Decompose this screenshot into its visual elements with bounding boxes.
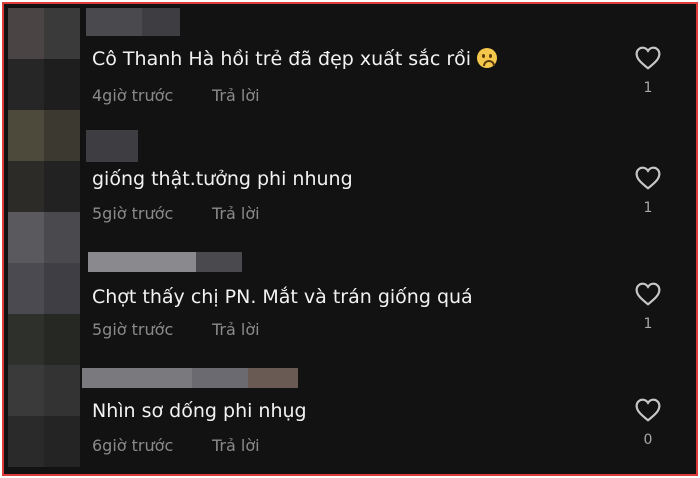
comment-meta: 6giờ trước Trả lời [92, 436, 260, 455]
heart-outline-icon[interactable] [635, 46, 661, 70]
comment-text-content: Nhìn sơ dống phi nhụg [92, 400, 307, 422]
comment-text-content: Cô Thanh Hà hồi trẻ đã đẹp xuất sắc rồi [92, 48, 472, 70]
comment-text-content: giống thật.tưởng phi nhung [92, 168, 353, 190]
comment-item: Nhìn sơ dống phi nhụg 6giờ trước Trả lời… [4, 352, 696, 468]
like-control: 0 [632, 398, 664, 448]
comment-meta: 5giờ trước Trả lời [92, 204, 260, 223]
like-count: 1 [643, 316, 653, 332]
reply-button[interactable]: Trả lời [212, 320, 260, 339]
comment-text: Nhìn sơ dống phi nhụg [92, 400, 307, 422]
comment-text: Chợt thấy chị PN. Mắt và trán giống quá [92, 286, 473, 308]
comment-time: 4giờ trước [92, 86, 174, 105]
reply-button[interactable]: Trả lời [212, 436, 260, 455]
comment-meta: 4giờ trước Trả lời [92, 86, 260, 105]
comment-time: 5giờ trước [92, 320, 174, 339]
like-control: 1 [632, 282, 664, 332]
blurred-username [86, 130, 138, 162]
blurred-username [88, 252, 242, 272]
comment-time: 5giờ trước [92, 204, 174, 223]
heart-outline-icon[interactable] [635, 282, 661, 306]
like-control: 1 [632, 166, 664, 216]
worried-face-emoji-icon [477, 48, 498, 68]
heart-outline-icon[interactable] [635, 166, 661, 190]
comment-item: Chợt thấy chị PN. Mắt và trán giống quá … [4, 236, 696, 352]
comments-panel: Cô Thanh Hà hồi trẻ đã đẹp xuất sắc rồi … [2, 2, 698, 476]
like-count: 1 [643, 200, 653, 216]
comment-item: Cô Thanh Hà hồi trẻ đã đẹp xuất sắc rồi … [4, 4, 696, 120]
comment-text: giống thật.tưởng phi nhung [92, 168, 353, 190]
comment-text: Cô Thanh Hà hồi trẻ đã đẹp xuất sắc rồi [92, 48, 498, 70]
like-count: 1 [643, 80, 653, 96]
heart-outline-icon[interactable] [635, 398, 661, 422]
blurred-username [86, 8, 180, 36]
like-control: 1 [632, 46, 664, 96]
comment-item: giống thật.tưởng phi nhung 5giờ trước Tr… [4, 120, 696, 236]
reply-button[interactable]: Trả lời [212, 204, 260, 223]
comment-meta: 5giờ trước Trả lời [92, 320, 260, 339]
like-count: 0 [643, 432, 653, 448]
blurred-username [82, 368, 298, 388]
comment-text-content: Chợt thấy chị PN. Mắt và trán giống quá [92, 286, 473, 308]
reply-button[interactable]: Trả lời [212, 86, 260, 105]
comment-time: 6giờ trước [92, 436, 174, 455]
